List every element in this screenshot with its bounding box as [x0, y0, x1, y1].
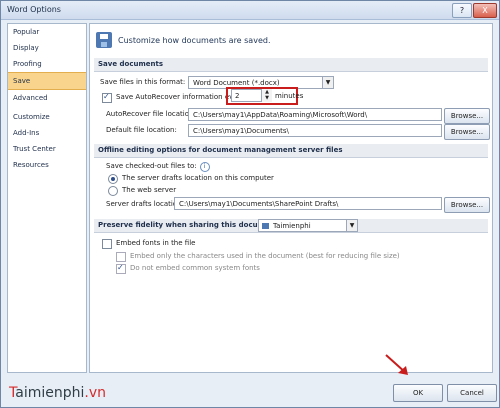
section-save-documents: Save documents — [94, 58, 488, 72]
ok-button[interactable]: OK — [393, 384, 443, 402]
sidebar-item-add-ins[interactable]: Add-Ins — [8, 125, 86, 141]
chevron-down-icon: ▼ — [322, 77, 333, 88]
close-button[interactable]: X — [473, 3, 497, 18]
cancel-button[interactable]: Cancel — [447, 384, 497, 402]
embed-fonts-label: Embed fonts in the file — [116, 239, 196, 247]
autorecover-location-label: AutoRecover file location: — [106, 110, 196, 118]
fidelity-document-value: Taimienphi — [273, 222, 311, 230]
radio-server-drafts-label: The server drafts location on this compu… — [122, 174, 274, 182]
default-location-label: Default file location: — [106, 126, 177, 134]
autorecover-minutes-value: 2 — [235, 92, 240, 100]
sidebar-item-resources[interactable]: Resources — [8, 157, 86, 173]
format-label: Save files in this format: — [100, 78, 186, 86]
sidebar-item-save[interactable]: Save — [8, 72, 86, 90]
drafts-browse-button[interactable]: Browse... — [444, 197, 490, 213]
sidebar-item-proofing[interactable]: Proofing — [8, 56, 86, 72]
embed-only-checkbox[interactable] — [116, 252, 126, 262]
window-title: Word Options — [7, 5, 61, 14]
autorecover-checkbox[interactable] — [102, 92, 112, 103]
radio-web-server[interactable] — [108, 186, 118, 196]
sidebar-item-popular[interactable]: Popular — [8, 24, 86, 40]
radio-web-server-label: The web server — [122, 186, 177, 194]
main-content: Customize how documents are saved. Save … — [89, 23, 493, 373]
drafts-location-label: Server drafts location: — [106, 200, 184, 208]
watermark-logo: Taimienphi.vn — [9, 385, 106, 401]
embed-fonts-checkbox[interactable] — [102, 239, 112, 249]
sidebar-item-trust-center[interactable]: Trust Center — [8, 141, 86, 157]
sidebar-item-display[interactable]: Display — [8, 40, 86, 56]
checked-out-label: Save checked-out files to: i — [106, 162, 210, 172]
word-options-window: Word Options ? X Popular Display Proofin… — [0, 0, 500, 408]
sidebar-item-customize[interactable]: Customize — [8, 109, 86, 125]
pointer-arrow-icon — [385, 354, 408, 375]
radio-server-drafts[interactable] — [108, 174, 118, 184]
do-not-embed-checkbox[interactable] — [116, 263, 126, 274]
help-button[interactable]: ? — [452, 3, 472, 18]
header: Customize how documents are saved. — [96, 32, 271, 48]
section-offline: Offline editing options for document man… — [94, 144, 488, 158]
chevron-down-icon: ▼ — [346, 220, 357, 231]
title-bar: Word Options ? X — [1, 1, 499, 20]
default-browse-button[interactable]: Browse... — [444, 124, 490, 140]
autorecover-browse-button[interactable]: Browse... — [444, 108, 490, 124]
spinner-arrows-icon[interactable]: ▲ ▼ — [261, 89, 272, 102]
save-disk-icon — [96, 32, 112, 48]
embed-only-label: Embed only the characters used in the do… — [130, 252, 400, 260]
autorecover-location-input[interactable]: C:\Users\may1\AppData\Roaming\Microsoft\… — [188, 108, 442, 121]
default-location-input[interactable]: C:\Users\may1\Documents\ — [188, 124, 442, 137]
sidebar-item-advanced[interactable]: Advanced — [8, 90, 86, 106]
info-icon: i — [199, 162, 210, 172]
watermark-main: aimienphi — [15, 385, 85, 401]
watermark-tld: .vn — [84, 385, 106, 401]
minutes-label: minutes — [275, 92, 304, 100]
fidelity-document-dropdown[interactable]: Taimienphi ▼ — [258, 219, 358, 232]
format-value: Word Document (*.docx) — [193, 79, 280, 87]
drafts-location-input[interactable]: C:\Users\may1\Documents\SharePoint Draft… — [174, 197, 442, 210]
header-text: Customize how documents are saved. — [118, 35, 271, 45]
sidebar: Popular Display Proofing Save Advanced C… — [7, 23, 87, 373]
document-icon — [262, 223, 269, 229]
do-not-embed-label: Do not embed common system fonts — [130, 264, 260, 272]
